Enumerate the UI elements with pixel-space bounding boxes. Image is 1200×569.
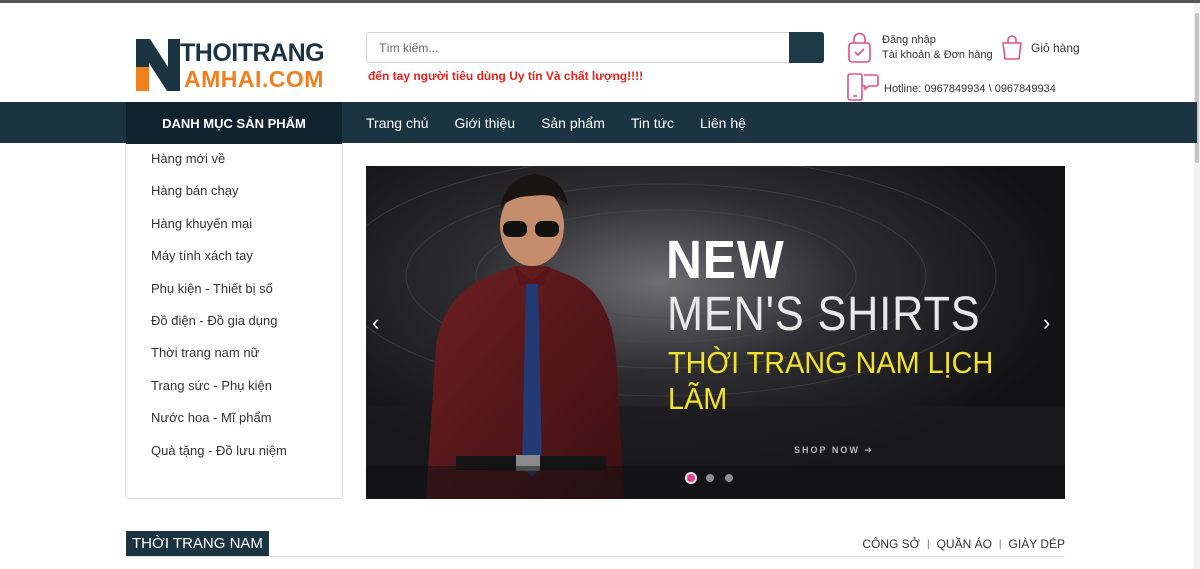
slider-dot-2[interactable] [706,474,714,482]
sidebar-item-laptops[interactable]: Máy tính xách tay [126,248,342,280]
sidebar-item-best-sellers[interactable]: Hàng bán chạy [126,183,342,215]
slider-dot-3[interactable] [725,474,733,482]
shop-now-label: SHOP NOW [794,445,860,455]
main-nav-links: Trang chủ Giới thiệu Sản phẩm Tin tức Li… [353,102,759,143]
category-sidebar: Hàng mới về Hàng bán chạy Hàng khuyến mạ… [125,143,343,499]
chevron-circle-right-icon: ➔ [864,445,874,455]
banner-title: MEN'S SHIRTS [667,288,981,341]
section-divider [126,556,1065,557]
lock-bag-icon[interactable] [846,32,874,64]
logo-text-top: THOITRANG [180,39,325,67]
section-link-office[interactable]: CÔNG SỞ [862,537,920,551]
sidebar-item-jewelry[interactable]: Trang sức - Phụ kiện [126,378,342,410]
slider-pagination [687,474,733,482]
separator: | [998,538,1002,550]
phone-chat-icon [847,73,879,101]
sidebar-item-cosmetics[interactable]: Nước hoa - Mĩ phẩm [126,410,342,442]
slider-dot-1[interactable] [687,474,695,482]
account-block[interactable]: Đăng nhập Tài khoản & Đơn hàng [882,33,993,63]
nav-item-products[interactable]: Sản phẩm [528,115,618,131]
shopping-bag-icon[interactable] [1000,33,1024,61]
cart-link[interactable]: Giỏ hàng [1031,41,1080,55]
logo-n-icon [136,39,180,91]
browser-top-border [0,0,1200,3]
sidebar-item-fashion[interactable]: Thời trang nam nữ [126,345,342,377]
login-link[interactable]: Đăng nhập [882,33,993,48]
search-button[interactable] [789,32,824,63]
site-logo[interactable]: THOITRANG AMHAI.COM [134,37,326,93]
chevron-right-icon[interactable]: › [1043,312,1059,334]
section-link-shoes[interactable]: GIÀY DÉP [1009,537,1065,551]
category-menu-header[interactable]: DANH MỤC SẢN PHẨM [126,102,342,144]
banner-tagline: THỜI TRANG NAM LỊCH LÃM [668,345,994,416]
shop-now-link[interactable]: SHOP NOW ➔ [794,445,874,456]
logo-text-bottom: AMHAI.COM [184,66,324,92]
section-title: THỜI TRANG NAM [126,531,269,556]
search-input[interactable] [367,33,789,62]
banner-new-text: NEW [666,230,785,290]
hotline-text: Hotline: 0967849934 \ 0967849934 [884,83,1056,95]
sidebar-item-gifts[interactable]: Quà tặng - Đồ lưu niệm [126,443,342,475]
account-orders-link[interactable]: Tài khoản & Đơn hàng [882,48,993,63]
nav-item-home[interactable]: Trang chủ [353,115,442,131]
nav-item-contact[interactable]: Liên hệ [687,115,759,131]
sidebar-item-promotions[interactable]: Hàng khuyến mại [126,216,342,248]
section-link-clothing[interactable]: QUẦN ÁO [937,537,992,551]
page-scrollbar[interactable] [1194,3,1200,569]
slogan-text: đến tay người tiêu dùng Uy tín Và chất l… [368,69,644,83]
nav-item-about[interactable]: Giới thiệu [442,115,529,131]
sidebar-item-new-arrivals[interactable]: Hàng mới về [126,151,342,183]
separator: | [926,538,930,550]
sidebar-item-accessories-digital[interactable]: Phụ kiện - Thiết bị số [126,281,342,313]
section-tabs: CÔNG SỞ | QUẦN ÁO | GIÀY DÉP [862,537,1065,551]
nav-item-news[interactable]: Tin tức [618,115,687,131]
search-bar [366,32,824,63]
sidebar-item-appliances[interactable]: Đồ điện - Đồ gia dụng [126,313,342,345]
chevron-left-icon[interactable]: ‹ [372,312,388,334]
hero-banner-slider[interactable]: NEW MEN'S SHIRTS THỜI TRANG NAM LỊCH LÃM… [366,166,1065,499]
